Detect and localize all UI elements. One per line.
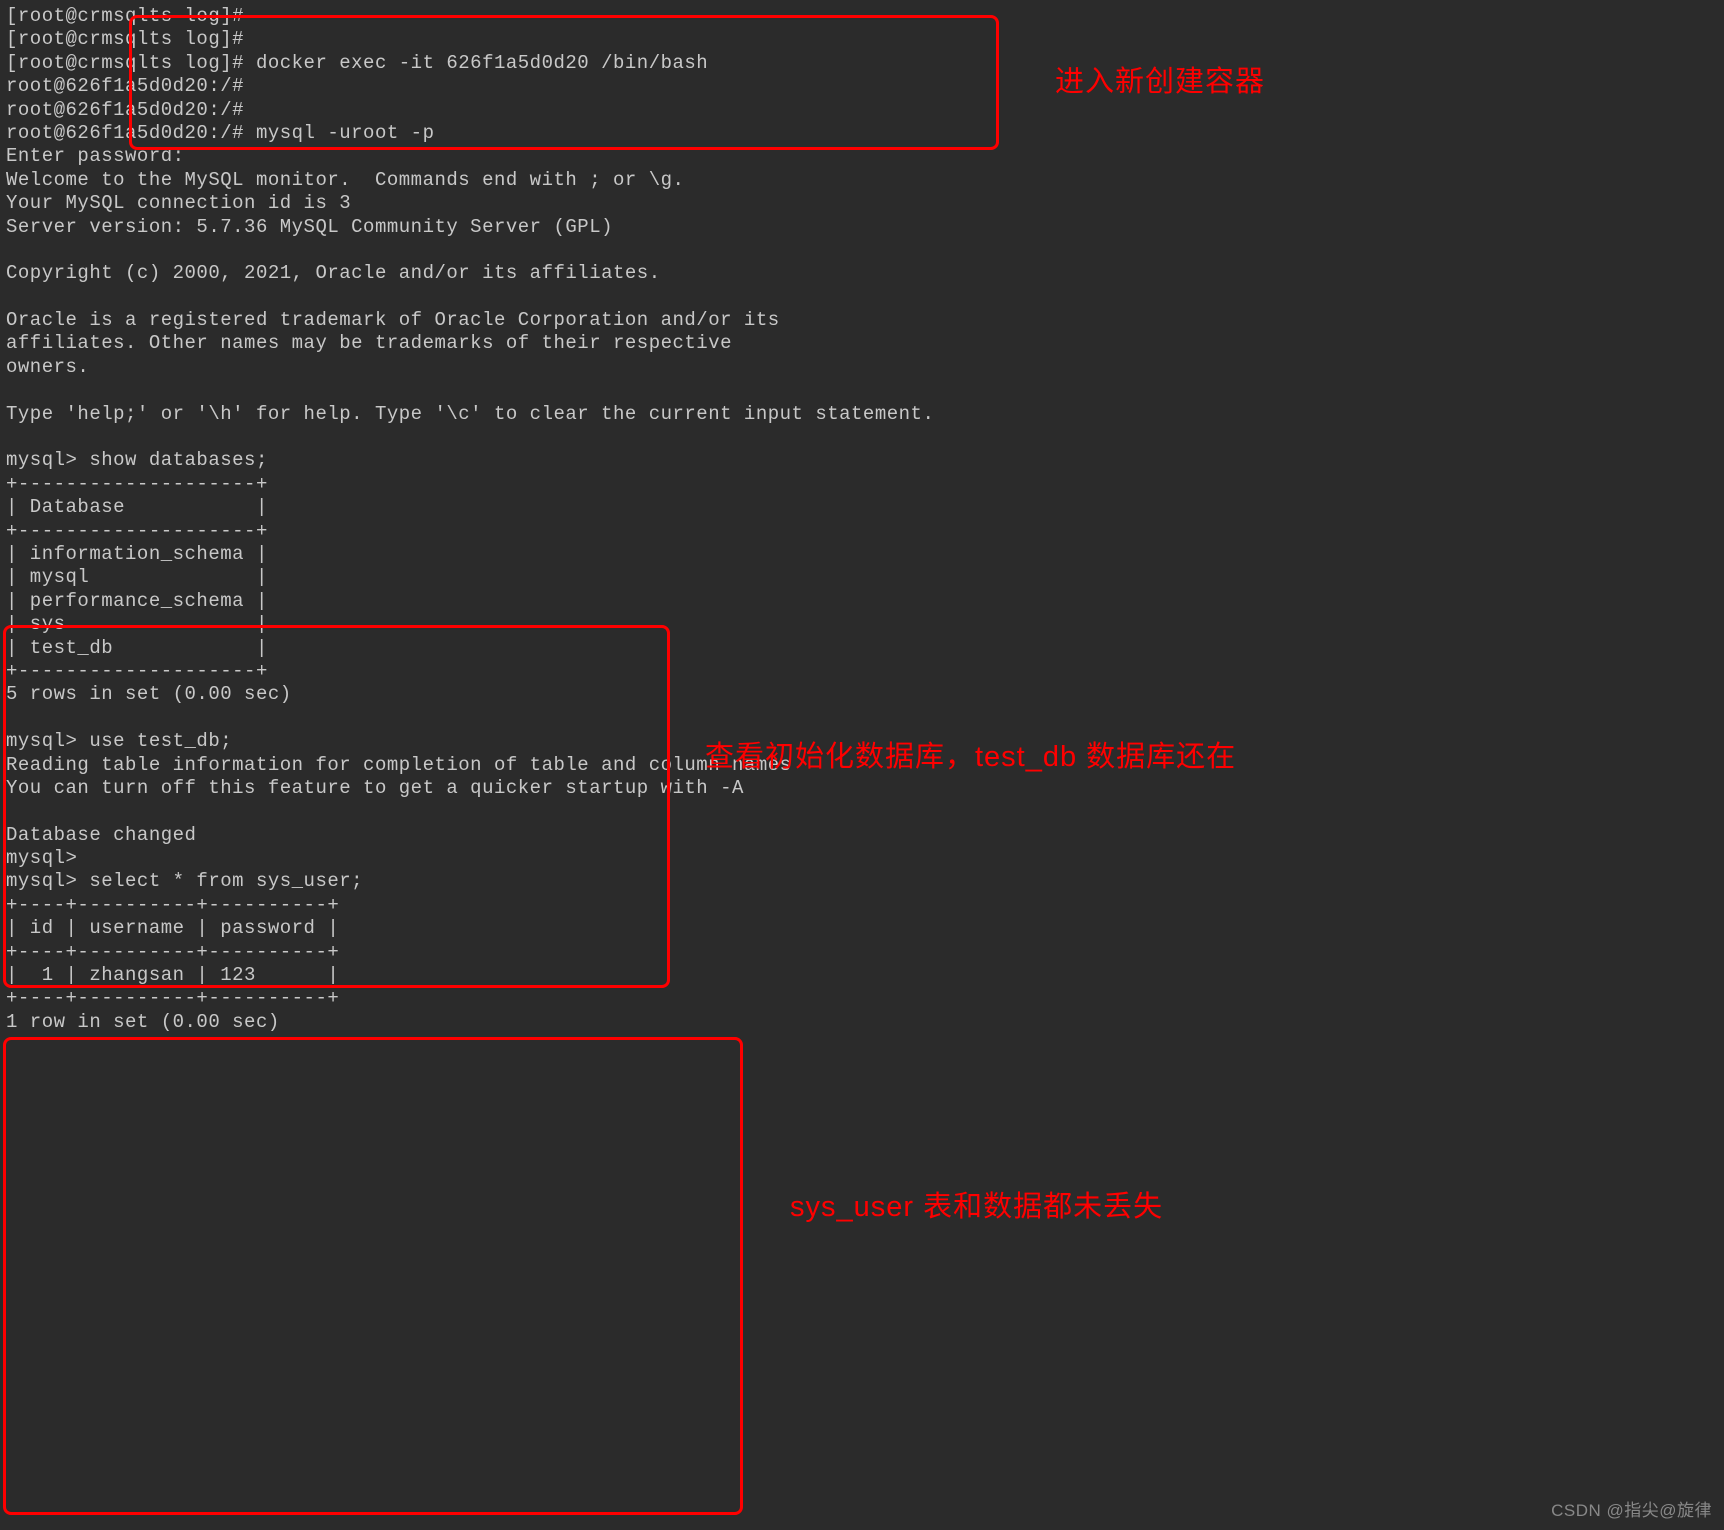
terminal-line: [6, 379, 1718, 402]
terminal-line: Database changed: [6, 824, 1718, 847]
terminal-line: Your MySQL connection id is 3: [6, 192, 1718, 215]
terminal-line: | test_db |: [6, 637, 1718, 660]
terminal-line: mysql> select * from sys_user;: [6, 870, 1718, 893]
terminal-line: +----+----------+----------+: [6, 987, 1718, 1010]
terminal-line: | information_schema |: [6, 543, 1718, 566]
annotation-view-databases: 查看初始化数据库，test_db 数据库还在: [705, 740, 1236, 776]
terminal-line: +--------------------+: [6, 473, 1718, 496]
terminal-line: mysql> show databases;: [6, 449, 1718, 472]
terminal-line: 1 row in set (0.00 sec): [6, 1011, 1718, 1034]
terminal-line: +----+----------+----------+: [6, 941, 1718, 964]
terminal-line: Copyright (c) 2000, 2021, Oracle and/or …: [6, 262, 1718, 285]
watermark: CSDN @指尖@旋律: [1551, 1501, 1712, 1522]
terminal-line: +--------------------+: [6, 520, 1718, 543]
terminal-line: [6, 426, 1718, 449]
terminal-line: Oracle is a registered trademark of Orac…: [6, 309, 1718, 332]
terminal-line: Server version: 5.7.36 MySQL Community S…: [6, 216, 1718, 239]
terminal-line: [root@crmsqlts log]# docker exec -it 626…: [6, 52, 1718, 75]
terminal-line: +----+----------+----------+: [6, 894, 1718, 917]
terminal-line: [6, 239, 1718, 262]
terminal-line: owners.: [6, 356, 1718, 379]
terminal-line: Enter password:: [6, 145, 1718, 168]
terminal-line: | mysql |: [6, 566, 1718, 589]
terminal-line: [root@crmsqlts log]#: [6, 5, 1718, 28]
terminal-line: root@626f1a5d0d20:/#: [6, 75, 1718, 98]
terminal-line: | id | username | password |: [6, 917, 1718, 940]
terminal-line: +--------------------+: [6, 660, 1718, 683]
terminal-line: | sys |: [6, 613, 1718, 636]
terminal-line: root@626f1a5d0d20:/# mysql -uroot -p: [6, 122, 1718, 145]
terminal-line: [6, 707, 1718, 730]
terminal-line: mysql>: [6, 847, 1718, 870]
annotation-sys-user-data: sys_user 表和数据都未丢失: [790, 1190, 1163, 1226]
terminal-line: | 1 | zhangsan | 123 |: [6, 964, 1718, 987]
highlight-box-select-sys-user: [3, 1037, 743, 1515]
terminal-line: [6, 286, 1718, 309]
terminal-line: [6, 800, 1718, 823]
terminal-line: affiliates. Other names may be trademark…: [6, 332, 1718, 355]
terminal-line: 5 rows in set (0.00 sec): [6, 683, 1718, 706]
terminal-line: [root@crmsqlts log]#: [6, 28, 1718, 51]
annotation-enter-container: 进入新创建容器: [1055, 65, 1265, 101]
terminal-line: root@626f1a5d0d20:/#: [6, 99, 1718, 122]
terminal-output[interactable]: [root@crmsqlts log]# [root@crmsqlts log]…: [6, 5, 1718, 1034]
terminal-line: Welcome to the MySQL monitor. Commands e…: [6, 169, 1718, 192]
terminal-line: | Database |: [6, 496, 1718, 519]
terminal-line: You can turn off this feature to get a q…: [6, 777, 1718, 800]
terminal-line: Type 'help;' or '\h' for help. Type '\c'…: [6, 403, 1718, 426]
terminal-line: | performance_schema |: [6, 590, 1718, 613]
